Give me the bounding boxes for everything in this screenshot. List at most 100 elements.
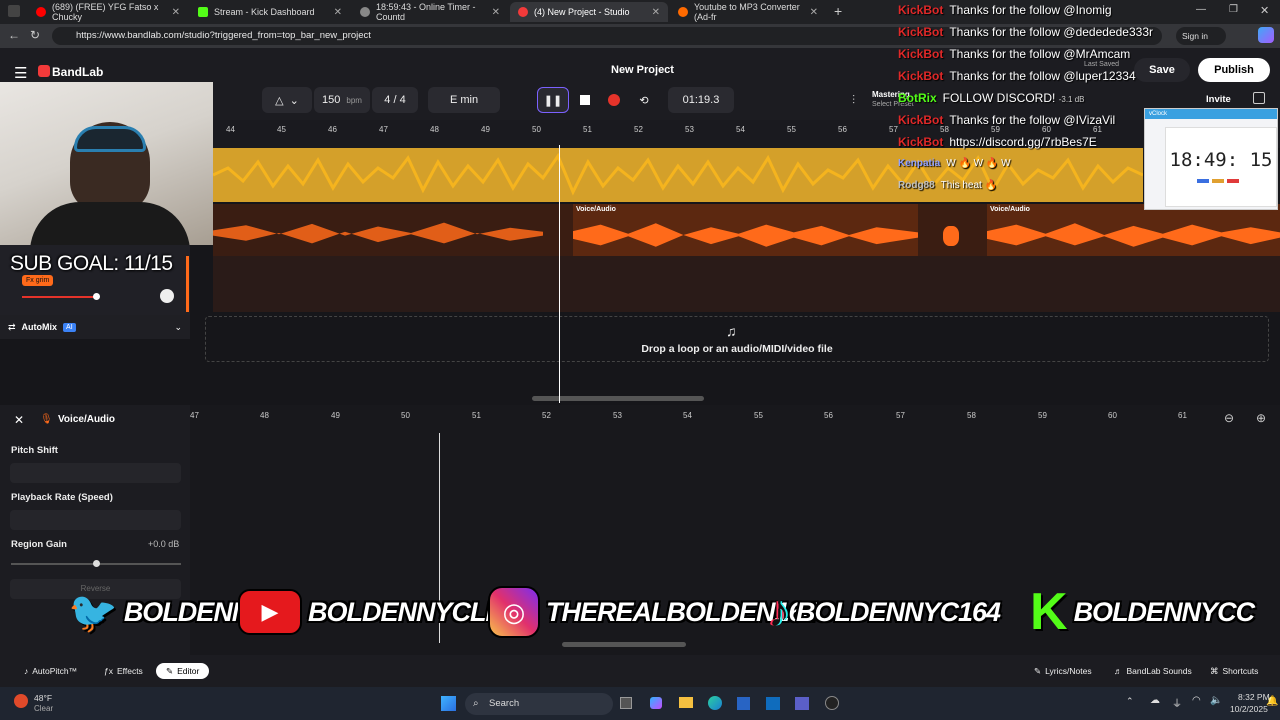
close-icon[interactable]: ✕ [810, 7, 818, 18]
taskbar-date[interactable]: 10/2/2025 [1230, 704, 1268, 714]
weather-icon[interactable] [14, 694, 28, 708]
audio-region[interactable]: Voice/Audio [987, 204, 1280, 256]
region-gain-label: Region Gain [11, 539, 67, 550]
close-window-icon[interactable]: ✕ [1260, 4, 1269, 17]
close-icon[interactable]: ✕ [334, 7, 342, 18]
tab-youtube[interactable]: (689) (FREE) YFG Fatso x Chucky ✕ [28, 2, 188, 22]
new-tab-icon[interactable]: + [834, 3, 842, 19]
taskbar-time[interactable]: 8:32 PM [1238, 692, 1270, 702]
mixer-icon[interactable]: ⫶ [852, 93, 855, 108]
app-icon[interactable] [825, 696, 839, 710]
chat-message: KickBot Thanks for the follow @MrAmcam [898, 47, 1131, 61]
windows-taskbar: 48°F Clear Search ⌕ ⌃ ☁ ⏚ ◠ 🔈 8:32 PM 10… [0, 687, 1280, 720]
file-explorer-icon[interactable] [679, 697, 693, 708]
record-icon [608, 94, 620, 106]
usb-icon[interactable]: ⏚ [1172, 695, 1182, 710]
notification-bell-icon[interactable]: 🔔 [1266, 696, 1278, 707]
editor-ruler[interactable]: 47 48 49 50 51 52 53 54 55 56 57 58 59 6… [190, 407, 1220, 427]
volume-icon[interactable]: 🔈 [1210, 695, 1222, 706]
copilot-taskbar-icon[interactable] [650, 697, 662, 709]
automix-row[interactable]: ⇄ AutoMix AI ⌄ [0, 315, 190, 339]
maximize-icon[interactable]: ❐ [1229, 4, 1238, 15]
ruler-tick: 53 [613, 411, 622, 420]
ruler-tick: 51 [472, 411, 481, 420]
ruler-tick: 57 [889, 125, 898, 134]
empty-track[interactable] [213, 256, 1280, 312]
audio-region[interactable]: Voice/Audio [573, 204, 918, 256]
region-gain-handle[interactable] [93, 560, 100, 567]
chevron-up-icon[interactable]: ⌃ [1126, 696, 1134, 707]
ruler-tick: 61 [1178, 411, 1187, 420]
signin-button[interactable]: Sign in [1176, 27, 1226, 45]
copilot-icon[interactable] [1258, 27, 1274, 43]
taskbar-search[interactable]: Search [465, 693, 613, 715]
editor-button[interactable]: ✎ Editor [156, 663, 210, 679]
teams-icon[interactable] [795, 697, 809, 710]
store-icon[interactable] [737, 697, 750, 710]
shortcuts-button[interactable]: ⌘ Shortcuts [1210, 663, 1258, 679]
weather-temp[interactable]: 48°F [34, 693, 52, 703]
minimize-icon[interactable]: — [1196, 4, 1206, 15]
audio-region-small[interactable] [943, 226, 959, 246]
volume-slider[interactable] [22, 296, 96, 298]
back-icon[interactable]: ← [8, 28, 20, 42]
playhead[interactable] [559, 145, 560, 403]
key-field[interactable]: E min [428, 87, 500, 113]
tab-timer[interactable]: 18:59:43 - Online Timer - Countd ✕ [352, 2, 508, 22]
tab-menu-icon[interactable] [8, 5, 20, 17]
effects-button[interactable]: ƒx Effects [104, 663, 143, 679]
playback-rate-stepper[interactable] [10, 510, 181, 530]
cloud-icon[interactable]: ☁ [1150, 695, 1160, 706]
pause-button[interactable]: ❚❚ [537, 87, 569, 113]
chat-message: KickBot Thanks for the follow @dededede33… [898, 25, 1153, 39]
ruler-tick: 53 [685, 125, 694, 134]
ruler-tick: 52 [634, 125, 643, 134]
tab-kick[interactable]: Stream - Kick Dashboard ✕ [190, 2, 350, 22]
tempo-field[interactable]: 150 bpm [314, 87, 370, 113]
wifi-icon[interactable]: ◠ [1192, 695, 1201, 706]
timeline-scrollbar[interactable] [532, 396, 704, 401]
waveform [213, 222, 543, 244]
close-editor-icon[interactable]: ✕ [14, 413, 24, 427]
pitch-shift-stepper[interactable] [10, 463, 181, 483]
tab-mp3[interactable]: Youtube to MP3 Converter (Ad-fr ✕ [670, 2, 826, 22]
tiktok-icon: ♪ [768, 587, 790, 636]
task-view-icon[interactable] [620, 697, 632, 709]
project-title[interactable]: New Project [611, 64, 674, 76]
record-button[interactable] [601, 87, 627, 113]
chevron-down-icon: ⌄ [174, 321, 182, 332]
tab-bandlab[interactable]: (4) New Project - Studio ✕ [510, 2, 668, 22]
close-icon[interactable]: ✕ [492, 7, 500, 18]
windows-start-icon[interactable] [441, 696, 456, 711]
audio-track-orange[interactable]: Voice/Audio Voice/Audio [213, 204, 1280, 256]
edge-icon[interactable] [708, 696, 722, 710]
zoom-out-icon[interactable]: ⊖ [1224, 411, 1234, 425]
metronome-button[interactable]: △ ⌄ [262, 87, 312, 113]
sub-goal-overlay: SUB GOAL: 11/15 [10, 252, 173, 275]
zoom-in-icon[interactable]: ⊕ [1256, 411, 1266, 425]
close-icon[interactable]: ✕ [172, 7, 180, 18]
ruler-tick: 56 [824, 411, 833, 420]
pan-knob[interactable] [160, 289, 174, 303]
stop-button[interactable] [572, 87, 598, 113]
weather-desc[interactable]: Clear [34, 704, 53, 713]
drop-zone[interactable]: ♫ Drop a loop or an audio/MIDI/video fil… [205, 316, 1269, 362]
autopitch-icon: ♪ [24, 666, 29, 676]
outlook-icon[interactable] [766, 697, 780, 710]
time-signature-field[interactable]: 4 / 4 [372, 87, 418, 113]
fx-tag[interactable]: Fx grim [22, 275, 54, 286]
loop-button[interactable]: ⟲ [631, 87, 657, 113]
reload-icon[interactable]: ↻ [30, 28, 40, 42]
gift-icon[interactable] [1253, 92, 1265, 104]
invite-button[interactable]: Invite [1206, 94, 1231, 105]
autopitch-button[interactable]: ♪ AutoPitch™ [24, 663, 77, 679]
chat-message: KickBot Thanks for the follow @luper12334 [898, 69, 1136, 83]
close-icon[interactable]: ✕ [652, 7, 660, 18]
bandlab-sounds-button[interactable]: ♬ BandLab Sounds [1114, 663, 1192, 679]
automix-icon: ⇄ [8, 321, 16, 332]
publish-button[interactable]: Publish [1198, 58, 1270, 82]
lyrics-notes-button[interactable]: ✎ Lyrics/Notes [1034, 663, 1092, 679]
hamburger-menu-icon[interactable]: ☰ [14, 64, 27, 82]
volume-slider-handle[interactable] [93, 293, 100, 300]
ruler-tick: 44 [226, 125, 235, 134]
